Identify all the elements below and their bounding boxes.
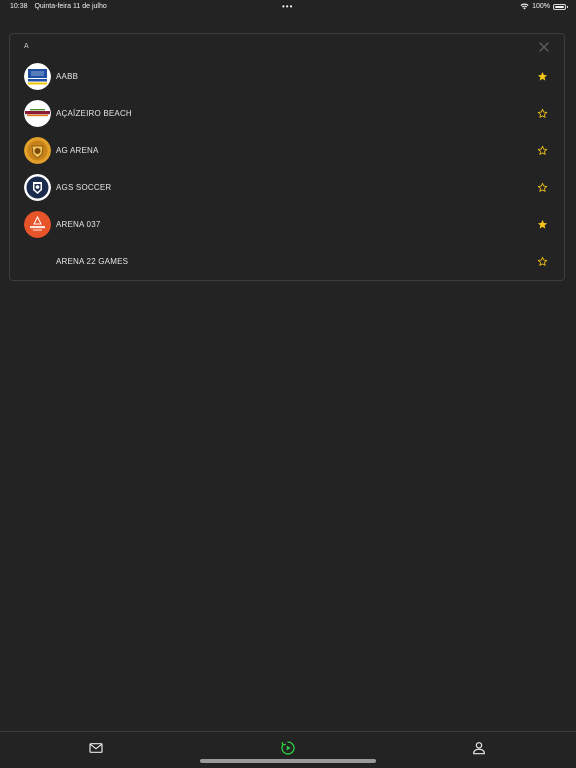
tab-profile[interactable] (471, 740, 487, 756)
venue-name: AGS SOCCER (56, 183, 112, 192)
venue-name: AG ARENA (56, 146, 99, 155)
list-item[interactable]: AÇAÍZEIRO BEACH (10, 95, 564, 132)
status-time: 10:38 (10, 3, 28, 10)
status-bar: 10:38 Quinta-feira 11 de julho ••• 100% (0, 0, 576, 14)
venue-logo-ags-soccer (24, 174, 51, 201)
section-letter: A (24, 43, 29, 50)
venue-logo-arena-037 (24, 211, 51, 238)
venue-list-card: A AABB AÇAÍZEIRO BEACH AG ARENA AGS SOCC… (9, 33, 565, 281)
venue-list: AABB AÇAÍZEIRO BEACH AG ARENA AGS SOCCER… (10, 58, 564, 280)
home-indicator[interactable] (200, 759, 376, 763)
close-icon[interactable] (538, 41, 550, 53)
envelope-icon (89, 743, 103, 753)
list-item[interactable]: AGS SOCCER (10, 169, 564, 206)
status-right: 100% (520, 3, 568, 10)
list-item[interactable]: AABB (10, 58, 564, 95)
star-filled-icon[interactable] (537, 219, 548, 230)
wifi-icon (520, 3, 529, 10)
status-date: Quinta-feira 11 de julho (34, 3, 107, 10)
venue-name: AABB (56, 72, 79, 81)
list-item[interactable]: ARENA 22 GAMES (10, 243, 564, 280)
status-left: 10:38 Quinta-feira 11 de julho (10, 3, 112, 10)
tab-inbox[interactable] (88, 740, 104, 756)
venue-name: AÇAÍZEIRO BEACH (56, 109, 132, 118)
star-outline-icon[interactable] (537, 108, 548, 119)
star-outline-icon[interactable] (537, 145, 548, 156)
battery-icon (553, 3, 568, 10)
star-filled-icon[interactable] (537, 71, 548, 82)
app-screen: 10:38 Quinta-feira 11 de julho ••• 100% … (0, 0, 576, 768)
venue-logo-ag-arena (24, 137, 51, 164)
play-circle-icon (281, 741, 295, 755)
venue-logo-acaizeiro-beach (24, 100, 51, 127)
multitasking-dots[interactable]: ••• (282, 3, 293, 11)
battery-percent: 100% (532, 3, 550, 10)
venue-name: ARENA 037 (56, 220, 101, 229)
person-icon (473, 742, 485, 755)
venue-name: ARENA 22 GAMES (56, 257, 129, 266)
star-outline-icon[interactable] (537, 256, 548, 267)
list-item[interactable]: ARENA 037 (10, 206, 564, 243)
list-item[interactable]: AG ARENA (10, 132, 564, 169)
venue-logo-aabb (24, 63, 51, 90)
star-outline-icon[interactable] (537, 182, 548, 193)
tab-play[interactable] (280, 740, 296, 756)
